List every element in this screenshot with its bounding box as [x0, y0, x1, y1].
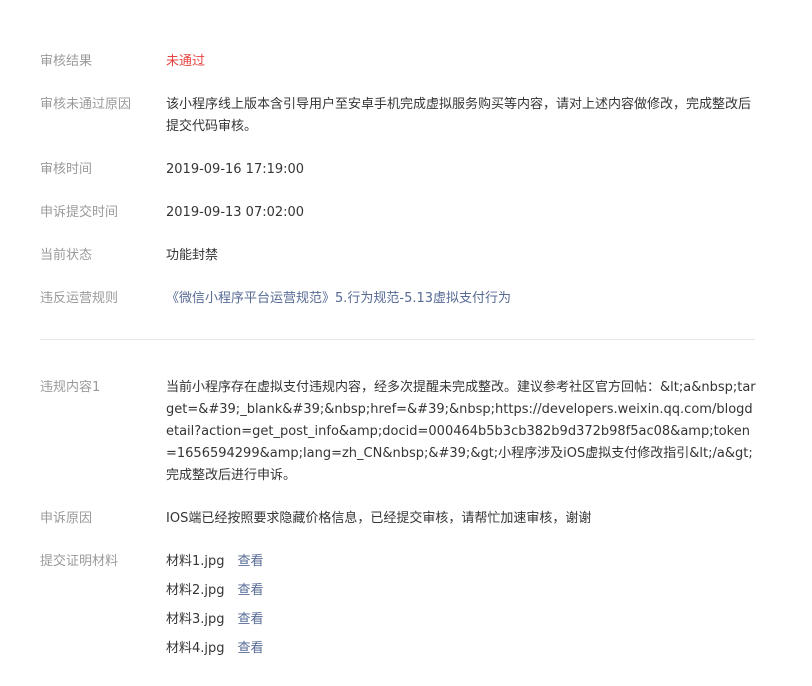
- materials-list: 材料1.jpg 查看 材料2.jpg 查看 材料3.jpg 查看 材料4.jpg 查看: [166, 551, 756, 667]
- appeal-reason-label: 申诉原因: [40, 511, 93, 526]
- violated-rule-value: 《微信小程序平台运营规范》5.行为规范-5.13虚拟支付行为: [166, 288, 756, 310]
- violation-content-value: 当前小程序存在虚拟支付违规内容，经多次提醒未完成整改。建议参考社区官方回帖：&l…: [166, 380, 756, 483]
- material-filename: 材料2.jpg: [166, 583, 225, 598]
- material-item: 材料3.jpg 查看: [166, 609, 756, 631]
- current-status-label: 当前状态: [40, 248, 93, 263]
- appeal-time-value: 2019-09-13 07:02:00: [166, 205, 305, 220]
- view-material-link[interactable]: 查看: [238, 583, 264, 598]
- appeal-reason-value: IOS端已经按照要求隐藏价格信息，已经提交审核，请帮忙加速审核，谢谢: [166, 511, 592, 526]
- material-filename: 材料3.jpg: [166, 612, 225, 627]
- view-material-link[interactable]: 查看: [238, 554, 264, 569]
- audit-reason-label: 审核未通过原因: [40, 97, 132, 112]
- materials-label: 提交证明材料: [40, 554, 119, 569]
- violated-rule-link[interactable]: 《微信小程序平台运营规范》5.行为规范-5.13虚拟支付行为: [166, 291, 511, 306]
- material-item: 材料1.jpg 查看: [166, 551, 756, 573]
- view-material-link[interactable]: 查看: [238, 612, 264, 627]
- audit-time-value: 2019-09-16 17:19:00: [166, 162, 305, 177]
- section-divider: [40, 339, 755, 340]
- violation-content-label: 违规内容1: [40, 380, 101, 395]
- violated-rule-label: 违反运营规则: [40, 291, 119, 306]
- material-item: 材料2.jpg 查看: [166, 580, 756, 602]
- material-item: 材料4.jpg 查看: [166, 638, 756, 660]
- audit-detail-page: 审核结果 未通过 审核未通过原因 该小程序线上版本含引导用户至安卓手机完成虚拟服…: [0, 0, 812, 686]
- audit-reason-value: 该小程序线上版本含引导用户至安卓手机完成虚拟服务购买等内容，请对上述内容做修改，…: [166, 97, 752, 134]
- audit-time-label: 审核时间: [40, 162, 93, 177]
- material-filename: 材料4.jpg: [166, 641, 225, 656]
- current-status-value: 功能封禁: [166, 248, 219, 263]
- material-filename: 材料1.jpg: [166, 554, 225, 569]
- appeal-time-label: 申诉提交时间: [40, 205, 119, 220]
- audit-result-label: 审核结果: [40, 54, 93, 69]
- view-material-link[interactable]: 查看: [238, 641, 264, 656]
- audit-result-value: 未通过: [166, 54, 206, 69]
